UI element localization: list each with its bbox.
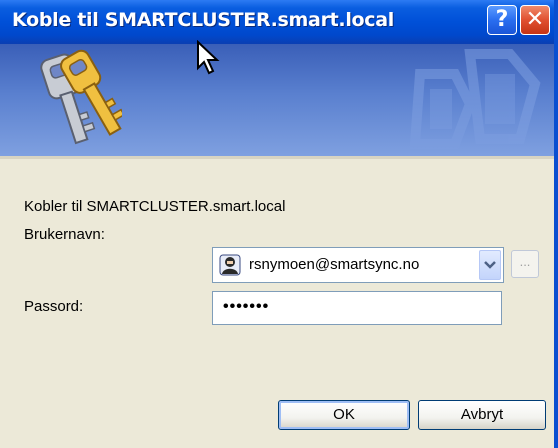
password-field[interactable]: ••••••• <box>212 291 502 325</box>
ok-button[interactable]: OK <box>278 400 410 430</box>
banner <box>0 44 554 156</box>
help-button[interactable]: ? <box>487 5 517 35</box>
dropdown-arrow-button[interactable] <box>479 250 501 280</box>
banner-divider <box>0 156 554 159</box>
close-button[interactable]: ✕ <box>520 5 550 35</box>
user-icon <box>219 254 241 276</box>
username-combobox[interactable]: rsnymoen@smartsync.no <box>212 247 504 283</box>
username-label: Brukernavn: <box>24 226 105 243</box>
connecting-message: Kobler til SMARTCLUSTER.smart.local <box>24 198 286 215</box>
keys-watermark-icon <box>409 49 541 149</box>
keys-icon <box>40 49 122 145</box>
window-title: Koble til SMARTCLUSTER.smart.local <box>12 9 395 31</box>
password-label: Passord: <box>24 298 84 315</box>
mouse-cursor-icon <box>197 40 220 75</box>
chevron-down-icon <box>484 261 496 269</box>
cancel-button[interactable]: Avbryt <box>418 400 546 430</box>
title-bar[interactable]: Koble til SMARTCLUSTER.smart.local ? ✕ <box>0 0 554 44</box>
username-value: rsnymoen@smartsync.no <box>249 256 420 273</box>
browse-button[interactable]: ... <box>511 250 539 278</box>
login-dialog: Koble til SMARTCLUSTER.smart.local ? ✕ K… <box>0 0 558 448</box>
